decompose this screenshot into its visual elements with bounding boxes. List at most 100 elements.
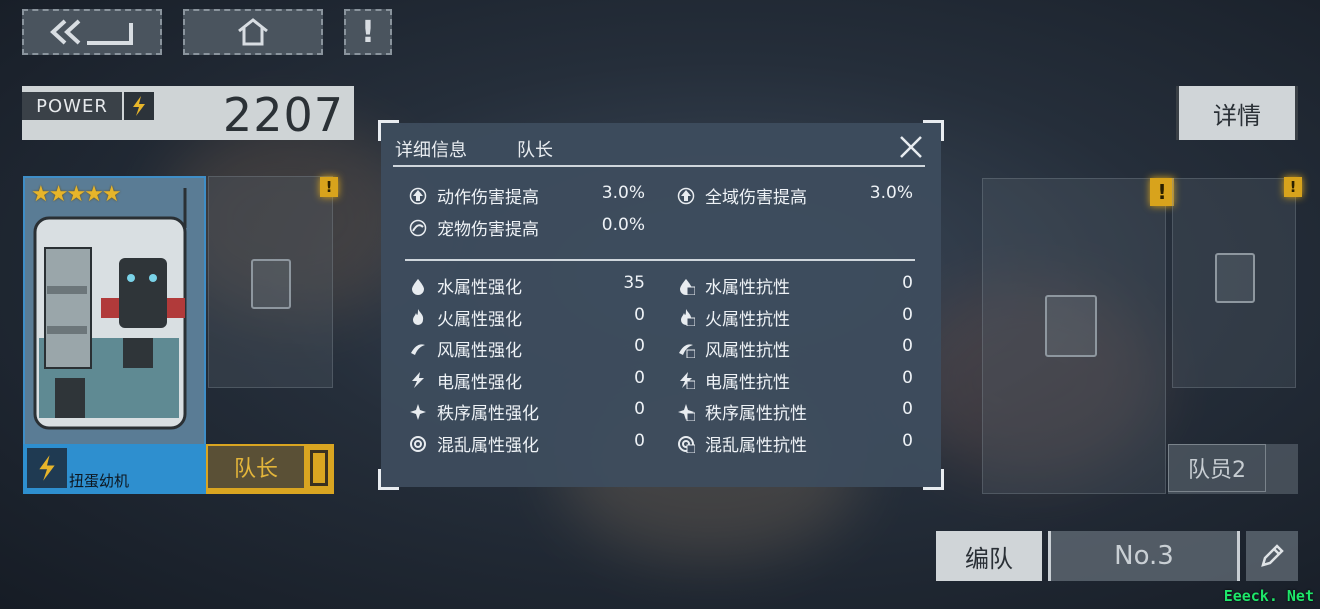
divider: [393, 165, 925, 167]
element-boost-label: 水属性强化: [437, 278, 522, 298]
warning-icon: !: [1150, 178, 1174, 206]
leader-tag: 队长: [206, 444, 334, 494]
notice-button[interactable]: !: [344, 9, 392, 55]
element-resist-label: 水属性抗性: [705, 278, 790, 298]
element-resist-row: 秩序属性抗性: [677, 399, 807, 424]
element-resist-value: 0: [902, 431, 913, 451]
bonus-label: 动作伤害提高: [437, 188, 539, 208]
element-resist-row: 水属性抗性: [677, 273, 790, 298]
chaos-icon: [409, 435, 427, 453]
member-slot[interactable]: [982, 178, 1166, 494]
element-boost-row: 电属性强化: [409, 368, 522, 393]
element-boost-row: 风属性强化: [409, 336, 522, 361]
element-boost-row: 秩序属性强化: [409, 399, 539, 424]
watermark-text: Eeeck. Net: [1223, 587, 1314, 605]
fire-icon: [409, 308, 427, 326]
element-resist-label: 秩序属性抗性: [705, 404, 807, 425]
detail-modal: 详细信息 队长 动作伤害提高 3.0% 全域伤害提高 3.0% 宠物伤害提高 0…: [378, 120, 944, 490]
pet-damage-icon: [409, 219, 427, 237]
member-slot[interactable]: [1172, 178, 1296, 388]
wind-resist-icon: [677, 340, 695, 358]
element-resist-row: 火属性抗性: [677, 305, 790, 330]
close-icon: [900, 136, 922, 158]
element-resist-row: 混乱属性抗性: [677, 431, 807, 456]
lightning-icon: [27, 448, 67, 488]
element-boost-value: 0: [634, 367, 645, 388]
lightning-icon: [124, 92, 154, 120]
bonus-row: 宠物伤害提高: [409, 215, 539, 240]
arrow-up-icon: [677, 187, 695, 205]
home-icon: [238, 18, 268, 46]
bonus-value: 3.0%: [869, 183, 913, 203]
tab-leader[interactable]: 队长: [517, 136, 553, 162]
modal-corner: [923, 120, 944, 141]
bonus-value: 0.0%: [601, 215, 645, 235]
detail-button[interactable]: 详情: [1176, 86, 1298, 140]
element-resist-label: 混乱属性抗性: [705, 436, 807, 456]
element-boost-row: 混乱属性强化: [409, 431, 539, 456]
back-arrow-icon: [50, 19, 133, 45]
element-resist-row: 风属性抗性: [677, 336, 790, 361]
chaos-resist-icon: [677, 435, 695, 453]
element-resist-row: 电属性抗性: [677, 368, 790, 393]
order-icon: [409, 403, 427, 421]
element-resist-label: 风属性抗性: [705, 341, 790, 362]
team-number[interactable]: No.3: [1048, 531, 1240, 581]
element-boost-label: 火属性强化: [437, 309, 522, 330]
card-icon: [1045, 295, 1097, 357]
element-boost-row: 火属性强化: [409, 305, 522, 330]
element-resist-label: 电属性抗性: [705, 372, 790, 393]
element-resist-value: 0: [902, 367, 913, 388]
element-boost-row: 水属性强化: [409, 273, 522, 298]
order-resist-icon: [677, 403, 695, 421]
leader-name: 扭蛋幼机: [69, 472, 130, 490]
card-icon: [251, 259, 291, 309]
fire-resist-icon: [677, 308, 695, 327]
element-resist-value: 0: [902, 399, 913, 420]
divider: [405, 259, 915, 261]
element-boost-label: 混乱属性强化: [437, 436, 539, 456]
bonus-row: 动作伤害提高: [409, 183, 539, 208]
bonus-label: 全域伤害提高: [705, 188, 807, 208]
element-boost-value: 0: [634, 399, 645, 420]
formation-tab[interactable]: 编队: [936, 531, 1042, 581]
warning-icon: !: [320, 177, 338, 197]
bonus-label: 宠物伤害提高: [437, 220, 539, 240]
card-icon: [1215, 253, 1255, 303]
exclamation-icon: !: [361, 14, 375, 50]
wind-icon: [409, 340, 427, 358]
robot-portrait: [33, 188, 187, 430]
arrow-up-icon: [409, 187, 427, 205]
element-boost-label: 秩序属性强化: [437, 404, 539, 425]
tag-bar: [310, 450, 328, 486]
element-boost-value: 0: [634, 304, 645, 325]
power-value: 2207: [222, 88, 344, 142]
modal-corner: [378, 469, 399, 490]
lightning-icon: [409, 371, 427, 389]
water-icon: [409, 277, 427, 295]
bonus-row: 全域伤害提高: [677, 183, 807, 208]
element-boost-label: 风属性强化: [437, 341, 522, 362]
home-button[interactable]: [183, 9, 323, 55]
leader-tag-label: 队长: [208, 446, 304, 488]
warning-icon: !: [1284, 177, 1302, 197]
leader-nameplate: 扭蛋幼机: [23, 444, 206, 494]
back-button[interactable]: [22, 9, 162, 55]
rename-button[interactable]: [1246, 531, 1298, 581]
bonus-value: 3.0%: [601, 183, 645, 203]
element-boost-value: 0: [634, 431, 645, 451]
element-boost-label: 电属性强化: [437, 372, 522, 393]
element-resist-label: 火属性抗性: [705, 309, 790, 330]
close-button[interactable]: [897, 133, 925, 161]
power-label: POWER: [22, 92, 122, 120]
water-resist-icon: [677, 277, 695, 295]
tab-details[interactable]: 详细信息: [395, 136, 467, 162]
element-resist-value: 0: [902, 304, 913, 325]
element-boost-value: 0: [634, 336, 645, 357]
pencil-icon: [1261, 544, 1284, 567]
lightning-resist-icon: [677, 371, 695, 390]
modal-corner: [923, 469, 944, 490]
power-panel: POWER 2207: [22, 86, 354, 142]
member-slot[interactable]: [208, 176, 333, 388]
member2-tag: 队员2: [1168, 444, 1298, 494]
